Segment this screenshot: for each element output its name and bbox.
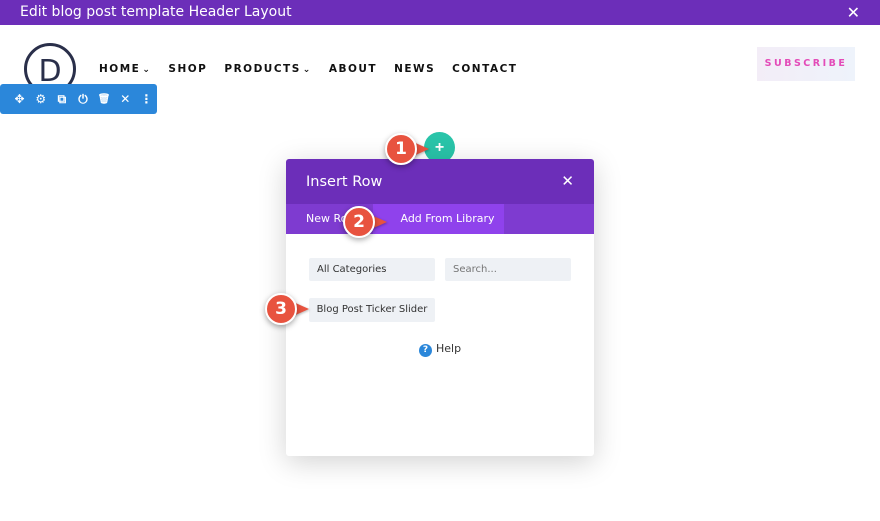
nav-label: SHOP [168, 63, 208, 75]
callout-number: 2 [343, 206, 375, 238]
tab-add-from-library[interactable]: Add From Library [373, 204, 504, 234]
close-icon[interactable]: ✕ [847, 3, 860, 22]
close-icon[interactable]: ✕ [561, 172, 574, 190]
subscribe-button[interactable]: SUBSCRIBE [757, 47, 855, 81]
insert-row-modal: Insert Row ✕ New Row Add From Library Al… [286, 159, 594, 456]
editor-title-bar: Edit blog post template Header Layout ✕ [0, 0, 880, 25]
nav-label: HOME [99, 63, 141, 75]
help-link[interactable]: ? Help [419, 342, 461, 357]
help-label: Help [436, 342, 462, 355]
search-input[interactable] [445, 258, 571, 281]
chevron-down-icon: ⌄ [142, 65, 152, 75]
settings-icon[interactable]: ⚙ [30, 92, 51, 106]
nav-item-shop[interactable]: SHOP [168, 63, 207, 75]
modal-header: Insert Row ✕ [286, 159, 594, 204]
move-icon[interactable]: ✥ [9, 92, 30, 106]
nav-item-contact[interactable]: CONTACT [452, 63, 517, 75]
power-icon[interactable]: ⏻ [72, 92, 93, 107]
section-toolbar: ✥ ⚙ ⧉ ⏻ 🗑 ✕ ⋮ [0, 84, 157, 114]
chevron-down-icon: ⌄ [302, 65, 312, 75]
more-icon[interactable]: ⋮ [136, 92, 157, 106]
callout-number: 1 [385, 133, 417, 165]
editor-title: Edit blog post template Header Layout [20, 4, 292, 20]
callout-number: 3 [265, 293, 297, 325]
nav-item-about[interactable]: ABOUT [329, 63, 377, 75]
main-nav: HOME ⌄ SHOP PRODUCTS ⌄ ABOUT NEWS CONTACT [99, 63, 534, 75]
close-icon[interactable]: ✕ [115, 92, 136, 106]
category-select[interactable]: All Categories [309, 258, 435, 281]
library-item[interactable]: Blog Post Ticker Slider [309, 298, 435, 322]
duplicate-icon[interactable]: ⧉ [51, 92, 72, 107]
nav-item-products[interactable]: PRODUCTS ⌄ [224, 63, 311, 75]
nav-label: PRODUCTS [224, 63, 301, 75]
nav-label: ABOUT [328, 63, 378, 75]
nav-item-home[interactable]: HOME ⌄ [99, 63, 151, 75]
nav-label: CONTACT [452, 63, 518, 75]
help-icon: ? [419, 344, 432, 357]
modal-tabs: New Row Add From Library [286, 204, 594, 234]
trash-icon[interactable]: 🗑 [94, 94, 115, 105]
nav-item-news[interactable]: NEWS [394, 63, 435, 75]
modal-title: Insert Row [306, 174, 383, 190]
nav-label: NEWS [394, 63, 436, 75]
